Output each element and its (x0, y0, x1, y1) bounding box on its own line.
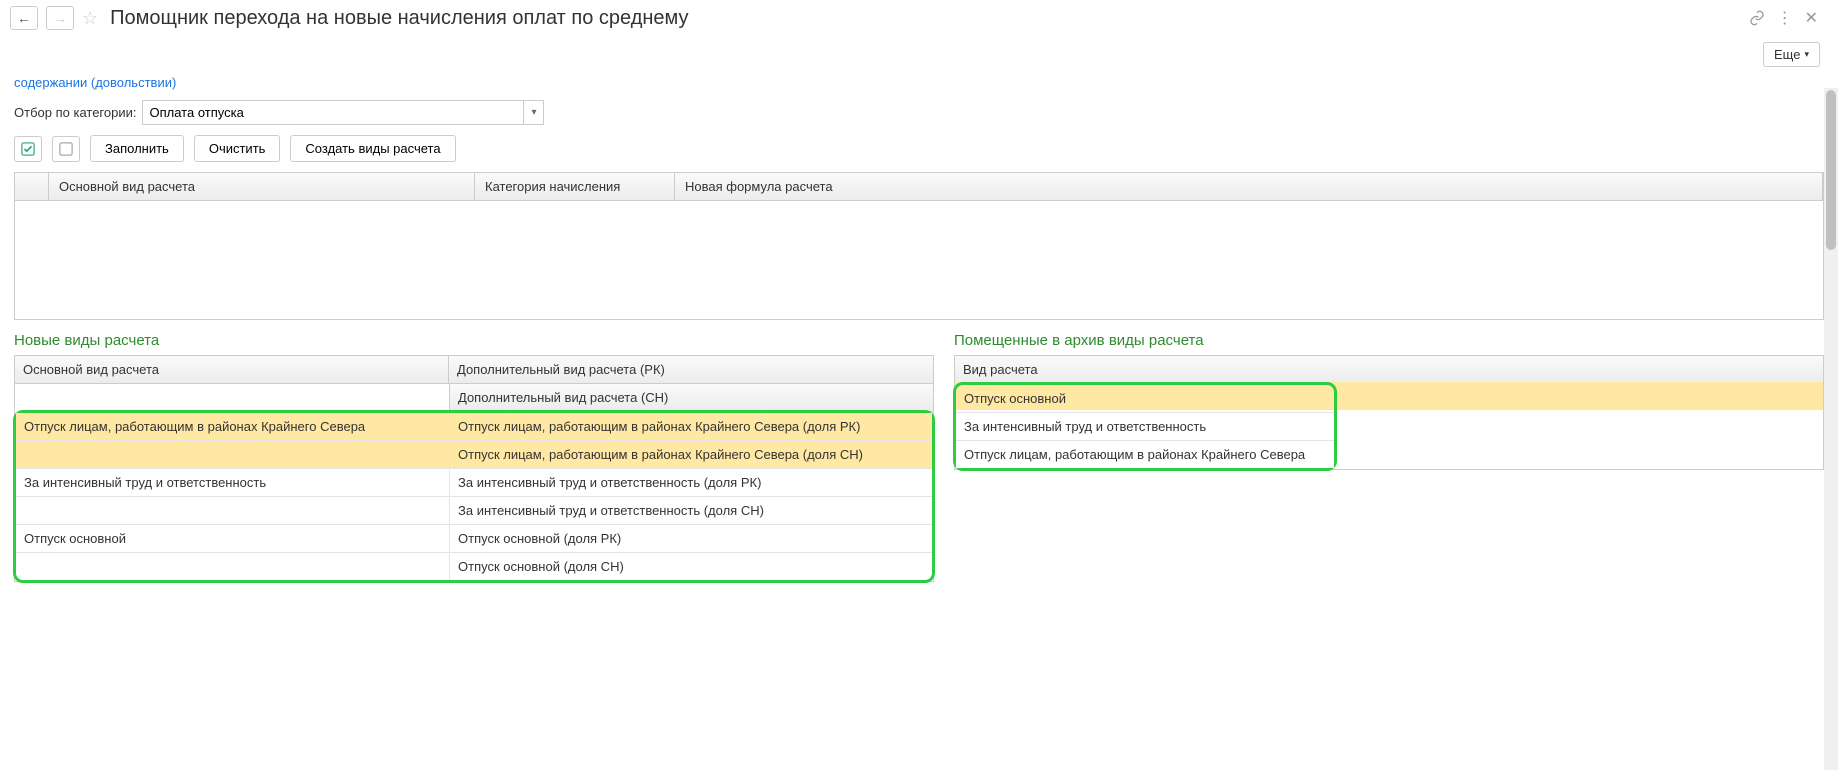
dropdown-icon[interactable]: ▾ (523, 101, 543, 124)
scrollbar-vertical[interactable] (1824, 88, 1838, 770)
uncheck-all-button[interactable] (52, 136, 80, 162)
top-table: Основной вид расчета Категория начислени… (14, 172, 1824, 320)
new-types-grid: Основной вид расчета Дополнительный вид … (14, 355, 934, 582)
highlight-box-left: Отпуск лицам, работающим в районах Крайн… (13, 410, 935, 583)
breadcrumb: содержании (довольствии) (0, 67, 1838, 90)
archive-title: Помещенные в архив виды расчета (954, 332, 1824, 349)
table-row[interactable]: Отпуск лицам, работающим в районах Крайн… (16, 413, 932, 441)
create-types-button[interactable]: Создать виды расчета (290, 135, 455, 162)
column-checkbox (15, 173, 49, 200)
top-table-body[interactable] (15, 201, 1823, 319)
filter-label: Отбор по категории: (14, 105, 136, 120)
category-select[interactable]: ▾ (142, 100, 544, 125)
close-icon[interactable]: ✕ (1805, 8, 1818, 28)
more-button[interactable]: Еще ▾ (1763, 42, 1820, 67)
table-row[interactable]: Отпуск лицам, работающим в районах Крайн… (16, 441, 932, 469)
list-item[interactable]: Отпуск основной (956, 385, 1334, 413)
column-category: Категория начисления (475, 173, 675, 200)
column-main-type: Основной вид расчета (49, 173, 475, 200)
link-icon[interactable] (1749, 10, 1765, 26)
column-formula: Новая формула расчета (675, 173, 1823, 200)
clear-button[interactable]: Очистить (194, 135, 281, 162)
kebab-menu-icon[interactable]: ⋮ (1777, 8, 1793, 28)
new-types-title: Новые виды расчета (14, 332, 934, 349)
check-all-button[interactable] (14, 136, 42, 162)
col-main: Основной вид расчета (15, 356, 449, 384)
back-button[interactable]: ← (10, 6, 38, 30)
favorite-star-icon[interactable]: ☆ (82, 8, 98, 29)
highlight-box-right: Отпуск основной За интенсивный труд и от… (953, 382, 1337, 471)
scrollbar-thumb[interactable] (1826, 90, 1836, 250)
titlebar: ← → ☆ Помощник перехода на новые начисле… (0, 0, 1838, 36)
fill-button[interactable]: Заполнить (90, 135, 184, 162)
table-row[interactable]: Отпуск основной (доля СН) (16, 553, 932, 580)
forward-button[interactable]: → (46, 6, 74, 30)
page-title: Помощник перехода на новые начисления оп… (110, 7, 688, 30)
table-row[interactable]: Отпуск основной Отпуск основной (доля РК… (16, 525, 932, 553)
col-add-sn: Дополнительный вид расчета (СН) (449, 384, 933, 412)
col-type: Вид расчета (955, 356, 1823, 384)
list-item[interactable]: Отпуск лицам, работающим в районах Крайн… (956, 441, 1334, 468)
list-item[interactable]: За интенсивный труд и ответственность (956, 413, 1334, 441)
table-row[interactable]: За интенсивный труд и ответственность (д… (16, 497, 932, 525)
col-add-rk: Дополнительный вид расчета (РК) (449, 356, 933, 384)
archive-grid: Вид расчета Отпуск основной За интенсивн… (954, 355, 1824, 470)
table-row[interactable]: За интенсивный труд и ответственность За… (16, 469, 932, 497)
breadcrumb-link[interactable]: содержании (довольствии) (14, 75, 176, 90)
chevron-down-icon: ▾ (1804, 49, 1809, 60)
category-input[interactable] (143, 101, 523, 124)
